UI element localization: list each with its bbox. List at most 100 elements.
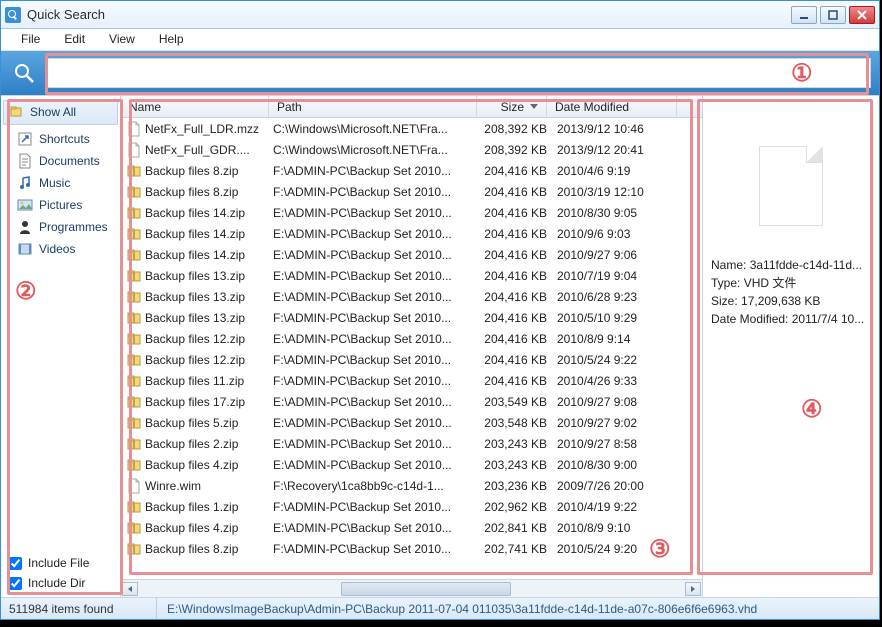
zip-icon (125, 520, 143, 536)
sidebar-item-music[interactable]: Music (3, 172, 118, 194)
table-row[interactable]: Backup files 13.zipE:\ADMIN-PC\Backup Se… (121, 286, 702, 307)
cell-name: Backup files 13.zip (145, 290, 273, 304)
program-icon (17, 219, 33, 235)
maximize-button[interactable] (820, 6, 846, 24)
file-icon (125, 121, 143, 137)
cell-path: F:\ADMIN-PC\Backup Set 2010... (273, 185, 481, 199)
zip-icon (125, 310, 143, 326)
table-row[interactable]: Backup files 13.zipE:\ADMIN-PC\Backup Se… (121, 265, 702, 286)
preview-type: Type: VHD 文件 (711, 274, 871, 292)
table-row[interactable]: Backup files 14.zipE:\ADMIN-PC\Backup Se… (121, 244, 702, 265)
table-row[interactable]: Backup files 11.zipF:\ADMIN-PC\Backup Se… (121, 370, 702, 391)
zip-icon (125, 436, 143, 452)
cell-name: NetFx_Full_LDR.mzz (145, 122, 273, 136)
menu-file[interactable]: File (9, 29, 52, 50)
table-row[interactable]: Backup files 1.zipF:\ADMIN-PC\Backup Set… (121, 496, 702, 517)
search-icon[interactable] (5, 55, 43, 91)
titlebar: Quick Search (1, 1, 879, 29)
scroll-right-icon[interactable] (685, 582, 701, 596)
sidebar-item-documents[interactable]: Documents (3, 150, 118, 172)
sidebar-item-programmes[interactable]: Programmes (3, 216, 118, 238)
music-icon (17, 175, 33, 191)
menu-view[interactable]: View (97, 29, 147, 50)
zip-icon (125, 331, 143, 347)
include-file-input[interactable] (9, 557, 22, 570)
search-input[interactable] (47, 58, 871, 88)
horizontal-scrollbar[interactable] (121, 579, 702, 597)
cell-date: 2010/9/27 8:58 (557, 437, 687, 451)
zip-icon (125, 184, 143, 200)
include-file-checkbox[interactable]: Include File (3, 553, 118, 573)
preview-pane: Name: 3a11fdde-c14d-11d... Type: VHD 文件 … (703, 96, 879, 597)
table-row[interactable]: NetFx_Full_LDR.mzzC:\Windows\Microsoft.N… (121, 118, 702, 139)
app-window: Quick Search File Edit View Help (0, 0, 880, 620)
sidebar-item-label: Videos (39, 242, 75, 256)
table-row[interactable]: Backup files 8.zipF:\ADMIN-PC\Backup Set… (121, 538, 702, 559)
cell-name: Backup files 8.zip (145, 542, 273, 556)
cell-path: E:\ADMIN-PC\Backup Set 2010... (273, 521, 481, 535)
list-body[interactable]: NetFx_Full_LDR.mzzC:\Windows\Microsoft.N… (121, 118, 702, 579)
sidebar-item-pictures[interactable]: Pictures (3, 194, 118, 216)
sidebar-item-label: Programmes (39, 220, 108, 234)
table-row[interactable]: Winre.wimF:\Recovery\1ca8bb9c-c14d-1...2… (121, 475, 702, 496)
minimize-button[interactable] (791, 6, 817, 24)
preview-name: Name: 3a11fdde-c14d-11d... (711, 256, 871, 274)
cell-size: 204,416 KB (481, 269, 557, 283)
cell-date: 2010/5/10 9:29 (557, 311, 687, 325)
cell-size: 202,741 KB (481, 542, 557, 556)
file-icon (125, 142, 143, 158)
table-row[interactable]: Backup files 5.zipE:\ADMIN-PC\Backup Set… (121, 412, 702, 433)
cell-name: Backup files 5.zip (145, 416, 273, 430)
sidebar-item-shortcuts[interactable]: Shortcuts (3, 128, 118, 150)
statusbar: 511984 items found E:\WindowsImageBackup… (1, 597, 879, 619)
menu-edit[interactable]: Edit (52, 29, 97, 50)
include-dir-label: Include Dir (28, 576, 85, 590)
sidebar-show-all[interactable]: Show All (3, 100, 118, 125)
zip-icon (125, 247, 143, 263)
scroll-thumb[interactable] (341, 582, 511, 596)
cell-name: Backup files 4.zip (145, 458, 273, 472)
table-row[interactable]: NetFx_Full_GDR....C:\Windows\Microsoft.N… (121, 139, 702, 160)
table-row[interactable]: Backup files 8.zipF:\ADMIN-PC\Backup Set… (121, 181, 702, 202)
close-button[interactable] (849, 6, 875, 24)
cell-date: 2010/5/24 9:22 (557, 353, 687, 367)
table-row[interactable]: Backup files 12.zipF:\ADMIN-PC\Backup Se… (121, 349, 702, 370)
col-size[interactable]: Size (477, 96, 547, 117)
zip-icon (125, 373, 143, 389)
status-count: 511984 items found (1, 598, 157, 619)
table-row[interactable]: Backup files 14.zipE:\ADMIN-PC\Backup Se… (121, 223, 702, 244)
table-row[interactable]: Backup files 4.zipE:\ADMIN-PC\Backup Set… (121, 517, 702, 538)
table-row[interactable]: Backup files 14.zipE:\ADMIN-PC\Backup Se… (121, 202, 702, 223)
cell-date: 2010/4/6 9:19 (557, 164, 687, 178)
cell-date: 2010/9/27 9:02 (557, 416, 687, 430)
cell-size: 204,416 KB (481, 311, 557, 325)
table-row[interactable]: Backup files 4.zipE:\ADMIN-PC\Backup Set… (121, 454, 702, 475)
table-row[interactable]: Backup files 8.zipF:\ADMIN-PC\Backup Set… (121, 160, 702, 181)
preview-date: Date Modified: 2011/7/4 10... (711, 310, 871, 328)
table-row[interactable]: Backup files 13.zipF:\ADMIN-PC\Backup Se… (121, 307, 702, 328)
include-dir-input[interactable] (9, 577, 22, 590)
cell-path: E:\ADMIN-PC\Backup Set 2010... (273, 332, 481, 346)
cell-size: 203,549 KB (481, 395, 557, 409)
col-path[interactable]: Path (269, 96, 477, 117)
sidebar-item-videos[interactable]: Videos (3, 238, 118, 260)
scroll-left-icon[interactable] (122, 582, 138, 596)
cell-date: 2010/9/27 9:08 (557, 395, 687, 409)
cell-date: 2013/9/12 10:46 (557, 122, 687, 136)
cell-size: 208,392 KB (481, 143, 557, 157)
cell-size: 203,243 KB (481, 437, 557, 451)
table-row[interactable]: Backup files 12.zipE:\ADMIN-PC\Backup Se… (121, 328, 702, 349)
menu-help[interactable]: Help (147, 29, 196, 50)
col-date[interactable]: Date Modified (547, 96, 677, 117)
include-file-label: Include File (28, 556, 89, 570)
cell-date: 2013/9/12 20:41 (557, 143, 687, 157)
zip-icon (125, 226, 143, 242)
sidebar-show-all-label: Show All (30, 105, 76, 119)
table-row[interactable]: Backup files 2.zipE:\ADMIN-PC\Backup Set… (121, 433, 702, 454)
include-dir-checkbox[interactable]: Include Dir (3, 573, 118, 593)
cell-path: C:\Windows\Microsoft.NET\Fra... (273, 143, 481, 157)
cell-path: E:\ADMIN-PC\Backup Set 2010... (273, 458, 481, 472)
table-row[interactable]: Backup files 17.zipE:\ADMIN-PC\Backup Se… (121, 391, 702, 412)
col-name[interactable]: Name (121, 96, 269, 117)
document-icon (17, 153, 33, 169)
